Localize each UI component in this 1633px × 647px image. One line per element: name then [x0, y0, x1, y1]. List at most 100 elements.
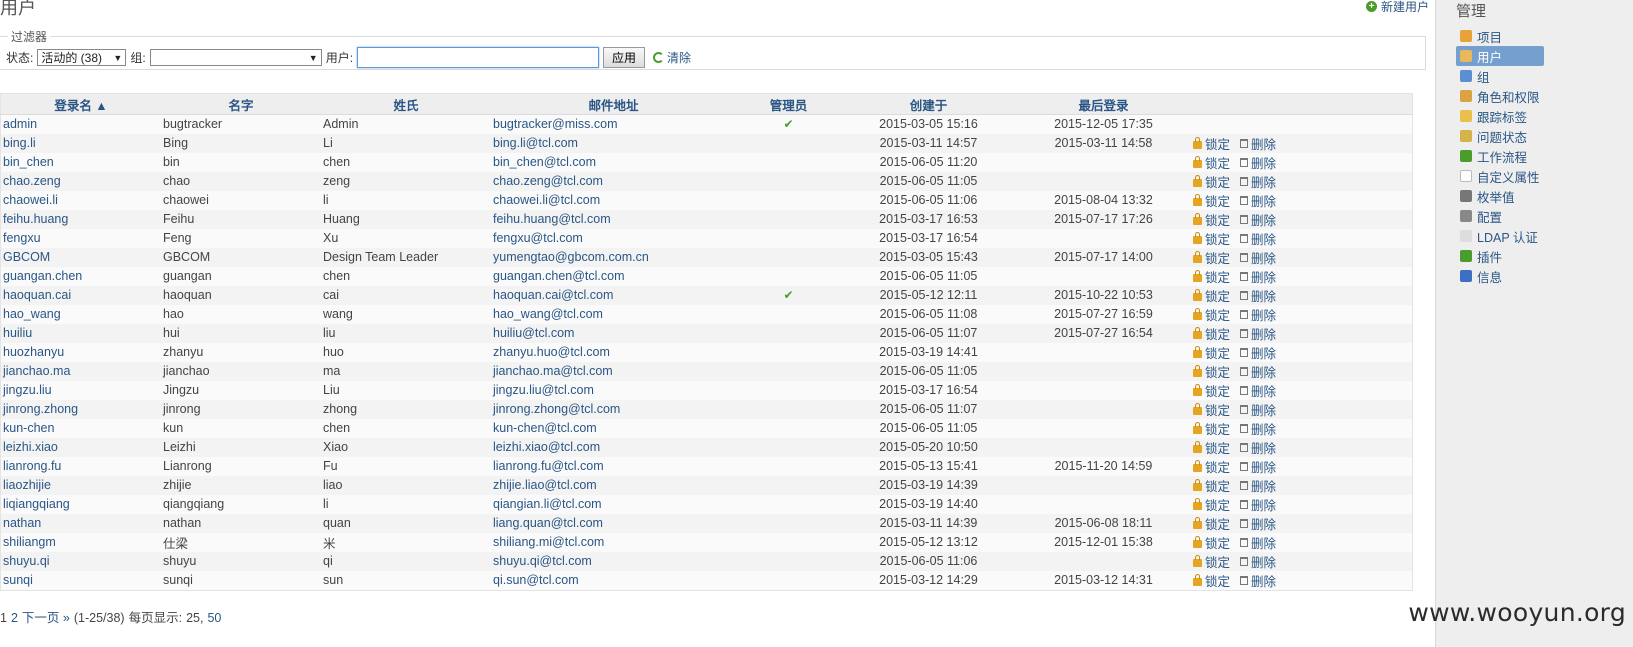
user-login-link[interactable]: jinrong.zhong: [3, 402, 78, 416]
email-link[interactable]: lianrong.fu@tcl.com: [493, 459, 604, 473]
lock-label[interactable]: 锁定: [1205, 457, 1230, 476]
email-link[interactable]: shiliang.mi@tcl.com: [493, 535, 604, 549]
lock-button[interactable]: 锁定: [1193, 362, 1230, 381]
lock-button[interactable]: 锁定: [1193, 457, 1230, 476]
lock-label[interactable]: 锁定: [1205, 552, 1230, 571]
user-login-link[interactable]: chaowei.li: [3, 193, 58, 207]
apply-button[interactable]: 应用: [603, 47, 646, 68]
user-login-link[interactable]: guangan.chen: [3, 269, 82, 283]
user-login-link[interactable]: bing.li: [3, 136, 36, 150]
user-login-link[interactable]: liaozhijie: [3, 478, 51, 492]
delete-button[interactable]: 删除: [1240, 343, 1276, 362]
cell-login[interactable]: guangan.chen: [0, 266, 161, 286]
cell-login[interactable]: liqiangqiang: [0, 494, 161, 514]
sidebar-item-label[interactable]: LDAP 认证: [1477, 227, 1538, 246]
cell-login[interactable]: kun-chen: [0, 418, 161, 438]
sidebar-item[interactable]: 项目: [1456, 26, 1544, 46]
sidebar-item[interactable]: 用户: [1456, 46, 1544, 66]
cell-email[interactable]: chaowei.li@tcl.com: [491, 190, 736, 210]
delete-button[interactable]: 删除: [1240, 438, 1276, 457]
sidebar-item-label[interactable]: 项目: [1477, 27, 1502, 46]
lock-label[interactable]: 锁定: [1205, 476, 1230, 495]
delete-button[interactable]: 删除: [1240, 191, 1276, 210]
user-login-link[interactable]: sunqi: [3, 573, 33, 587]
lock-button[interactable]: 锁定: [1193, 533, 1230, 552]
lock-label[interactable]: 锁定: [1205, 571, 1230, 590]
cell-email[interactable]: jingzu.liu@tcl.com: [491, 380, 736, 400]
cell-email[interactable]: qi.sun@tcl.com: [491, 570, 736, 591]
email-link[interactable]: huiliu@tcl.com: [493, 326, 574, 340]
lock-label[interactable]: 锁定: [1205, 248, 1230, 267]
cell-email[interactable]: bing.li@tcl.com: [491, 133, 736, 153]
user-login-link[interactable]: shuyu.qi: [3, 554, 50, 568]
delete-button[interactable]: 删除: [1240, 305, 1276, 324]
user-login-link[interactable]: huozhanyu: [3, 345, 64, 359]
sidebar-item-label[interactable]: 信息: [1477, 267, 1502, 286]
lock-label[interactable]: 锁定: [1205, 153, 1230, 172]
delete-button[interactable]: 删除: [1240, 324, 1276, 343]
delete-label[interactable]: 删除: [1251, 381, 1276, 400]
delete-label[interactable]: 删除: [1251, 495, 1276, 514]
email-link[interactable]: feihu.huang@tcl.com: [493, 212, 611, 226]
cell-login[interactable]: GBCOM: [0, 247, 161, 267]
lock-button[interactable]: 锁定: [1193, 248, 1230, 267]
email-link[interactable]: shuyu.qi@tcl.com: [493, 554, 592, 568]
sidebar-item[interactable]: 信息: [1456, 266, 1544, 286]
sidebar-item-label[interactable]: 枚举值: [1477, 187, 1515, 206]
cell-email[interactable]: shuyu.qi@tcl.com: [491, 551, 736, 571]
lock-label[interactable]: 锁定: [1205, 495, 1230, 514]
sidebar-item-label[interactable]: 自定义属性: [1477, 167, 1540, 186]
delete-button[interactable]: 删除: [1240, 286, 1276, 305]
delete-label[interactable]: 删除: [1251, 286, 1276, 305]
cell-email[interactable]: lianrong.fu@tcl.com: [491, 456, 736, 476]
lock-button[interactable]: 锁定: [1193, 229, 1230, 248]
delete-label[interactable]: 删除: [1251, 191, 1276, 210]
cell-login[interactable]: huiliu: [0, 323, 161, 343]
cell-email[interactable]: zhijie.liao@tcl.com: [491, 475, 736, 495]
delete-label[interactable]: 删除: [1251, 343, 1276, 362]
delete-button[interactable]: 删除: [1240, 381, 1276, 400]
cell-email[interactable]: feihu.huang@tcl.com: [491, 209, 736, 229]
delete-button[interactable]: 删除: [1240, 419, 1276, 438]
lock-button[interactable]: 锁定: [1193, 343, 1230, 362]
col-last-login[interactable]: 最后登录: [1016, 93, 1191, 115]
email-link[interactable]: fengxu@tcl.com: [493, 231, 583, 245]
user-login-link[interactable]: liqiangqiang: [3, 497, 70, 511]
delete-button[interactable]: 删除: [1240, 552, 1276, 571]
lock-label[interactable]: 锁定: [1205, 438, 1230, 457]
sidebar-item[interactable]: 跟踪标签: [1456, 106, 1544, 126]
lock-button[interactable]: 锁定: [1193, 514, 1230, 533]
sidebar-item[interactable]: 工作流程: [1456, 146, 1544, 166]
delete-button[interactable]: 删除: [1240, 172, 1276, 191]
lock-label[interactable]: 锁定: [1205, 400, 1230, 419]
user-login-link[interactable]: feihu.huang: [3, 212, 68, 226]
cell-login[interactable]: admin: [0, 114, 161, 134]
delete-label[interactable]: 删除: [1251, 419, 1276, 438]
delete-label[interactable]: 删除: [1251, 438, 1276, 457]
user-login-link[interactable]: shiliangm: [3, 535, 56, 549]
delete-button[interactable]: 删除: [1240, 210, 1276, 229]
delete-button[interactable]: 删除: [1240, 229, 1276, 248]
col-admin[interactable]: 管理员: [736, 93, 841, 115]
email-link[interactable]: bing.li@tcl.com: [493, 136, 578, 150]
sidebar-item[interactable]: 自定义属性: [1456, 166, 1544, 186]
user-login-link[interactable]: GBCOM: [3, 250, 50, 264]
email-link[interactable]: qi.sun@tcl.com: [493, 573, 579, 587]
cell-login[interactable]: haoquan.cai: [0, 285, 161, 305]
delete-label[interactable]: 删除: [1251, 229, 1276, 248]
cell-email[interactable]: leizhi.xiao@tcl.com: [491, 437, 736, 457]
lock-button[interactable]: 锁定: [1193, 286, 1230, 305]
cell-email[interactable]: fengxu@tcl.com: [491, 228, 736, 248]
cell-login[interactable]: nathan: [0, 513, 161, 533]
delete-label[interactable]: 删除: [1251, 476, 1276, 495]
email-link[interactable]: bugtracker@miss.com: [493, 117, 618, 131]
lock-button[interactable]: 锁定: [1193, 495, 1230, 514]
lock-button[interactable]: 锁定: [1193, 267, 1230, 286]
sidebar-item-label[interactable]: 用户: [1477, 47, 1502, 66]
email-link[interactable]: hao_wang@tcl.com: [493, 307, 603, 321]
sidebar-item-label[interactable]: 问题状态: [1477, 127, 1527, 146]
cell-email[interactable]: shiliang.mi@tcl.com: [491, 532, 736, 552]
sidebar-item-label[interactable]: 跟踪标签: [1477, 107, 1527, 126]
lock-label[interactable]: 锁定: [1205, 362, 1230, 381]
delete-label[interactable]: 删除: [1251, 514, 1276, 533]
